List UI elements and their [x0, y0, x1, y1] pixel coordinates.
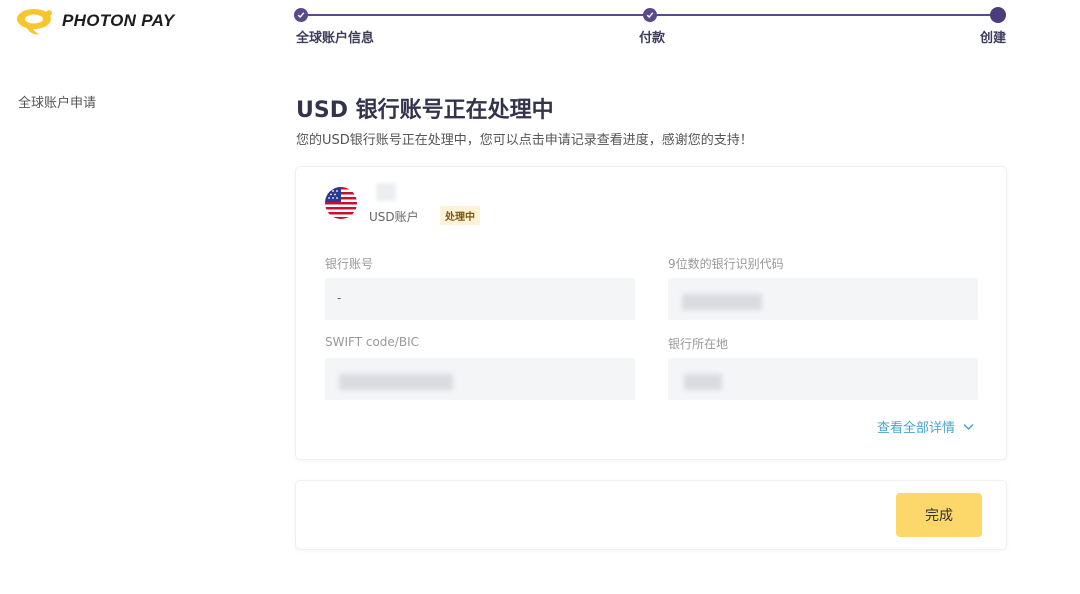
page-title: USD 银行账号正在处理中	[296, 98, 554, 123]
step-2-label: 付款	[639, 31, 666, 46]
account-card: USD账户 处理中 银行账号 - 9位数的银行识别代码 SWIFT code/B…	[296, 167, 1006, 459]
bank-location-field	[668, 358, 978, 400]
photon-pay-logo-icon	[17, 9, 52, 35]
swift-field	[325, 358, 635, 400]
redacted-routing-code	[682, 294, 762, 310]
bank-account-label: 银行账号	[325, 257, 374, 271]
step-1-label: 全球账户信息	[296, 31, 375, 46]
logo[interactable]: PHOTON PAY	[16, 4, 175, 38]
step-2-check-icon	[643, 8, 657, 22]
logo-text: PHOTON PAY	[62, 11, 175, 30]
sidebar-item-label: 全球账户申请	[18, 96, 97, 111]
us-flag-icon	[325, 187, 357, 219]
redacted-bank-location	[684, 374, 722, 390]
progress-stepper: 全球账户信息 付款 创建	[294, 7, 1006, 46]
step-1-check-icon	[294, 8, 308, 22]
swift-label: SWIFT code/BIC	[325, 335, 419, 349]
bank-account-field: -	[325, 278, 635, 320]
done-button[interactable]: 完成	[896, 493, 982, 537]
view-all-details-label: 查看全部详情	[876, 421, 955, 436]
redacted-swift-code	[339, 374, 453, 390]
step-3-current-dot-icon	[990, 7, 1006, 23]
sidebar-item-global-account-application[interactable]: 全球账户申请	[18, 92, 96, 111]
page-subtitle: 您的USD银行账号正在处理中，您可以点击申请记录查看进度，感谢您的支持！	[296, 133, 753, 148]
account-type: USD账户	[369, 210, 419, 224]
view-all-details-link[interactable]: 查看全部详情	[877, 417, 974, 436]
bank-account-value: -	[337, 291, 342, 305]
redacted-account-name	[376, 183, 396, 201]
action-bar: 完成	[296, 481, 1006, 549]
bank-location-label: 银行所在地	[668, 337, 729, 351]
status-badge: 处理中	[440, 206, 480, 225]
step-3-label: 创建	[980, 31, 1007, 46]
routing-code-field	[668, 278, 978, 320]
chevron-down-icon	[963, 423, 974, 430]
routing-code-label: 9位数的银行识别代码	[668, 257, 784, 271]
